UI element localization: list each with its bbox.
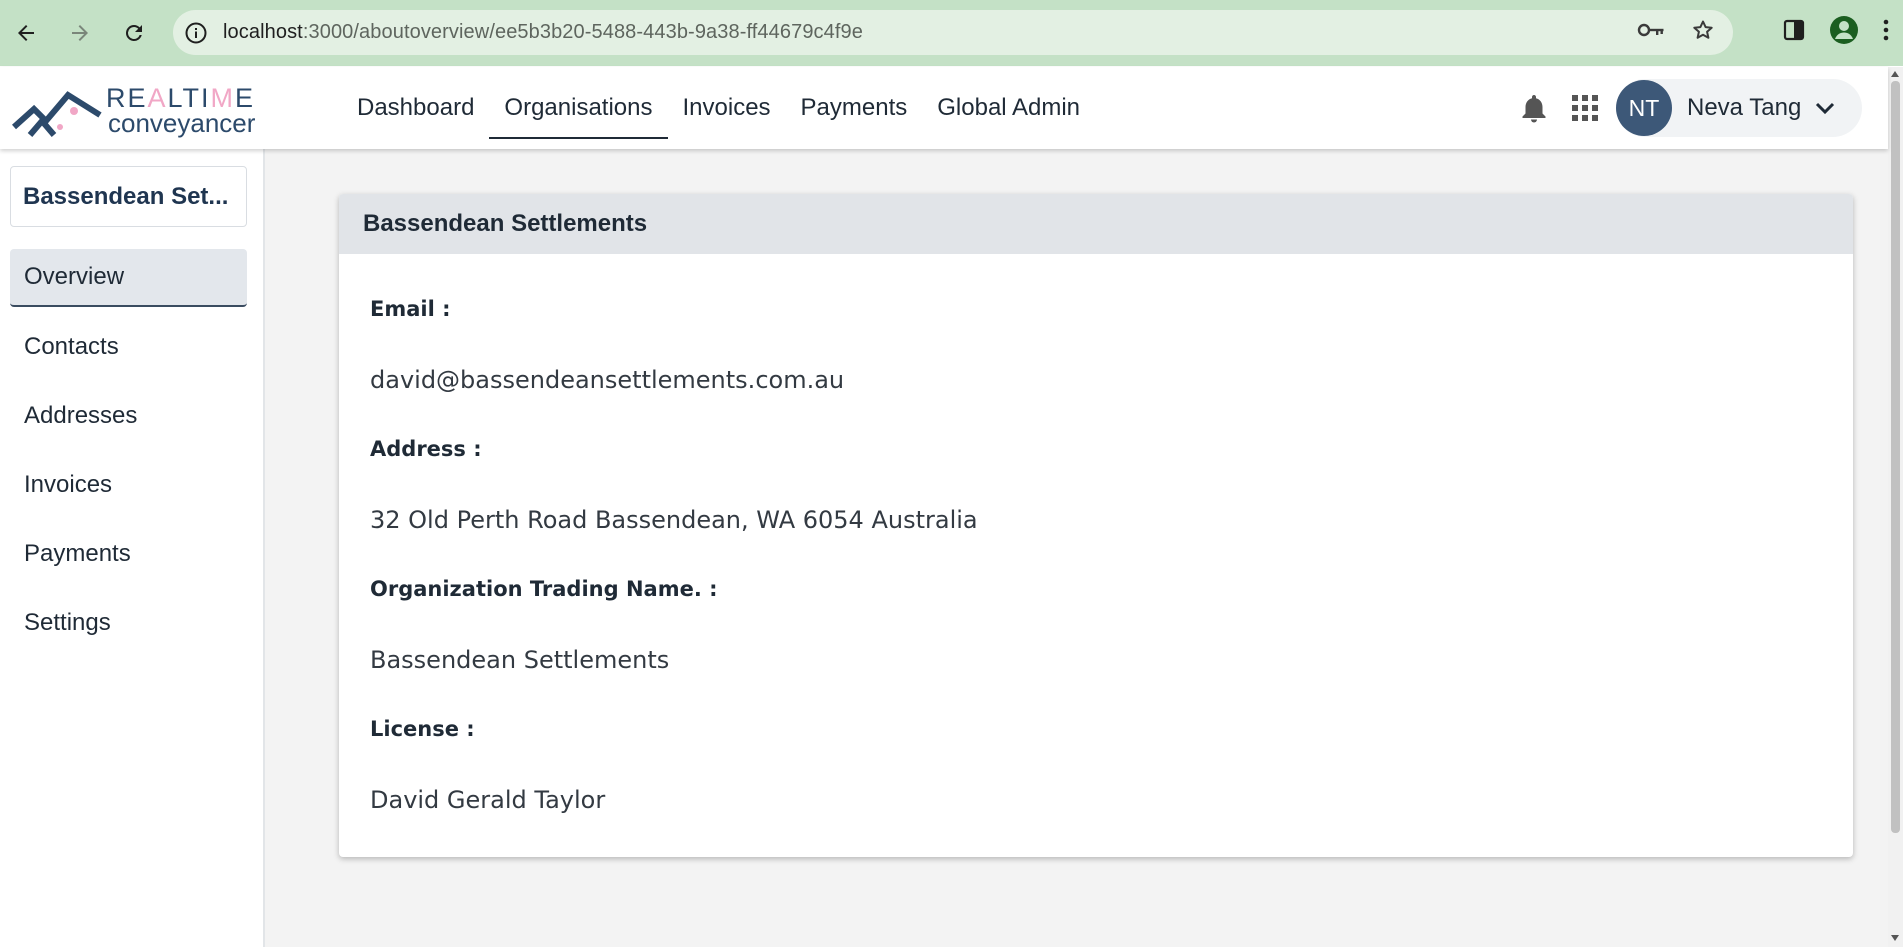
arrow-left-icon — [18, 25, 34, 41]
browser-toolbar: localhost:3000/aboutoverview/ee5b3b20-54… — [0, 0, 1903, 66]
profile-icon[interactable] — [1829, 15, 1859, 50]
back-button[interactable] — [6, 13, 46, 53]
site-info-icon[interactable] — [181, 18, 211, 48]
sidebar-item-invoices[interactable]: Invoices — [10, 456, 247, 514]
chevron-down-icon — [1815, 101, 1835, 115]
address-value: 32 Old Perth Road Bassendean, WA 6054 Au… — [370, 506, 978, 534]
sidebar-item-settings[interactable]: Settings — [10, 594, 247, 652]
nav-invoices[interactable]: Invoices — [668, 67, 786, 149]
app-header: REALTIME conveyancer Dashboard Organisat… — [0, 67, 1888, 149]
trading-name-label: Organization Trading Name. : — [370, 577, 718, 601]
reload-button[interactable] — [114, 13, 154, 53]
license-label: License : — [370, 717, 475, 741]
bookmark-star-icon[interactable] — [1691, 18, 1715, 47]
license-value: David Gerald Taylor — [370, 786, 606, 814]
scrollbar-thumb[interactable] — [1891, 81, 1900, 833]
address-label: Address : — [370, 437, 482, 461]
url-path: :3000/aboutoverview/ee5b3b20-5488-443b-9… — [302, 21, 863, 43]
sidebar-item-addresses[interactable]: Addresses — [10, 387, 247, 445]
bell-icon[interactable] — [1520, 93, 1548, 123]
side-panel-icon[interactable] — [1783, 19, 1805, 46]
sidebar: Bassendean Set... Overview Contacts Addr… — [0, 149, 265, 947]
more-menu-icon[interactable] — [1883, 19, 1889, 46]
sidebar-item-contacts[interactable]: Contacts — [10, 318, 247, 376]
user-name: Neva Tang — [1687, 94, 1802, 121]
user-menu[interactable]: NT Neva Tang — [1616, 79, 1862, 137]
page-scrollbar[interactable] — [1888, 67, 1903, 947]
nav-payments[interactable]: Payments — [786, 67, 923, 149]
trading-name-value: Bassendean Settlements — [370, 646, 670, 674]
nav-dashboard[interactable]: Dashboard — [342, 67, 489, 149]
sidebar-item-payments[interactable]: Payments — [10, 525, 247, 583]
organisation-overview-card: Bassendean Settlements Email : david@bas… — [339, 194, 1853, 857]
nav-global-admin[interactable]: Global Admin — [922, 67, 1095, 149]
email-value: david@bassendeansettlements.com.au — [370, 366, 845, 394]
sidebar-item-overview[interactable]: Overview — [10, 249, 247, 307]
nav-organisations[interactable]: Organisations — [489, 67, 668, 149]
logo-wordmark-bottom: conveyancer — [108, 108, 256, 138]
address-bar[interactable]: localhost:3000/aboutoverview/ee5b3b20-54… — [173, 10, 1733, 55]
scroll-down-arrow-icon[interactable] — [1891, 935, 1899, 941]
apps-grid-icon[interactable] — [1572, 95, 1598, 121]
scroll-up-arrow-icon[interactable] — [1891, 71, 1899, 77]
realtime-conveyancer-logo[interactable]: REALTIME conveyancer — [12, 81, 262, 138]
house-roof-icon — [12, 91, 102, 137]
reload-icon — [125, 24, 142, 41]
page-body: Bassendean Set... Overview Contacts Addr… — [0, 149, 1888, 947]
card-body: Email : david@bassendeansettlements.com.… — [339, 254, 1853, 815]
url-text: localhost:3000/aboutoverview/ee5b3b20-54… — [223, 21, 863, 44]
forward-button[interactable] — [60, 13, 100, 53]
password-key-icon[interactable] — [1637, 20, 1665, 45]
email-label: Email : — [370, 297, 451, 321]
organisation-name-box[interactable]: Bassendean Set... — [10, 166, 247, 227]
arrow-right-icon — [72, 25, 88, 41]
avatar: NT — [1616, 80, 1672, 136]
card-title: Bassendean Settlements — [339, 194, 1853, 254]
main-nav: Dashboard Organisations Invoices Payment… — [342, 67, 1095, 149]
url-host: localhost — [223, 21, 303, 43]
sidebar-menu: Overview Contacts Addresses Invoices Pay… — [10, 249, 247, 663]
